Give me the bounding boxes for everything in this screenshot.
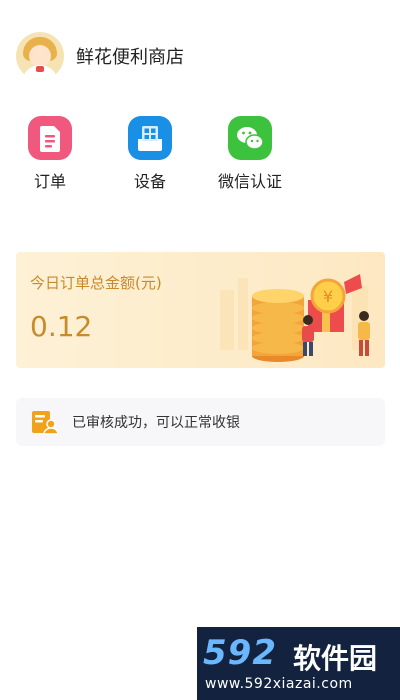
wechat-icon [228,116,272,160]
watermark-url: www.592xiazai.com [205,676,353,692]
function-menu: 订单 设备 微信认证 [0,116,400,196]
menu-item-wechat-auth[interactable]: 微信认证 [215,116,285,192]
audit-status-notice: 已审核成功，可以正常收银 [16,398,385,446]
device-icon [128,116,172,160]
id-card-icon [30,409,59,435]
site-watermark: 592 软件园 www.592xiazai.com [197,627,400,700]
today-amount-banner[interactable]: 今日订单总金额(元) 0.12 ¥ [16,252,385,368]
menu-item-devices[interactable]: 设备 [115,116,185,192]
shop-header: 鲜花便利商店 [16,30,184,82]
document-icon [28,116,72,160]
menu-item-orders[interactable]: 订单 [15,116,85,192]
notice-text: 已审核成功，可以正常收银 [72,415,240,431]
coins-illustration-icon: ¥ [220,274,370,362]
menu-label-devices: 设备 [133,172,166,191]
watermark-logo: 592 [203,633,277,673]
menu-label-wechat-auth: 微信认证 [217,172,282,191]
today-order-amount: 0.12 [30,310,93,343]
watermark-brand: 软件园 [293,642,378,675]
avatar[interactable] [16,32,64,80]
banner-title: 今日订单总金额(元) [30,274,162,292]
svg-text:¥: ¥ [323,287,333,306]
menu-label-orders: 订单 [33,172,66,191]
shop-name: 鲜花便利商店 [76,47,184,68]
